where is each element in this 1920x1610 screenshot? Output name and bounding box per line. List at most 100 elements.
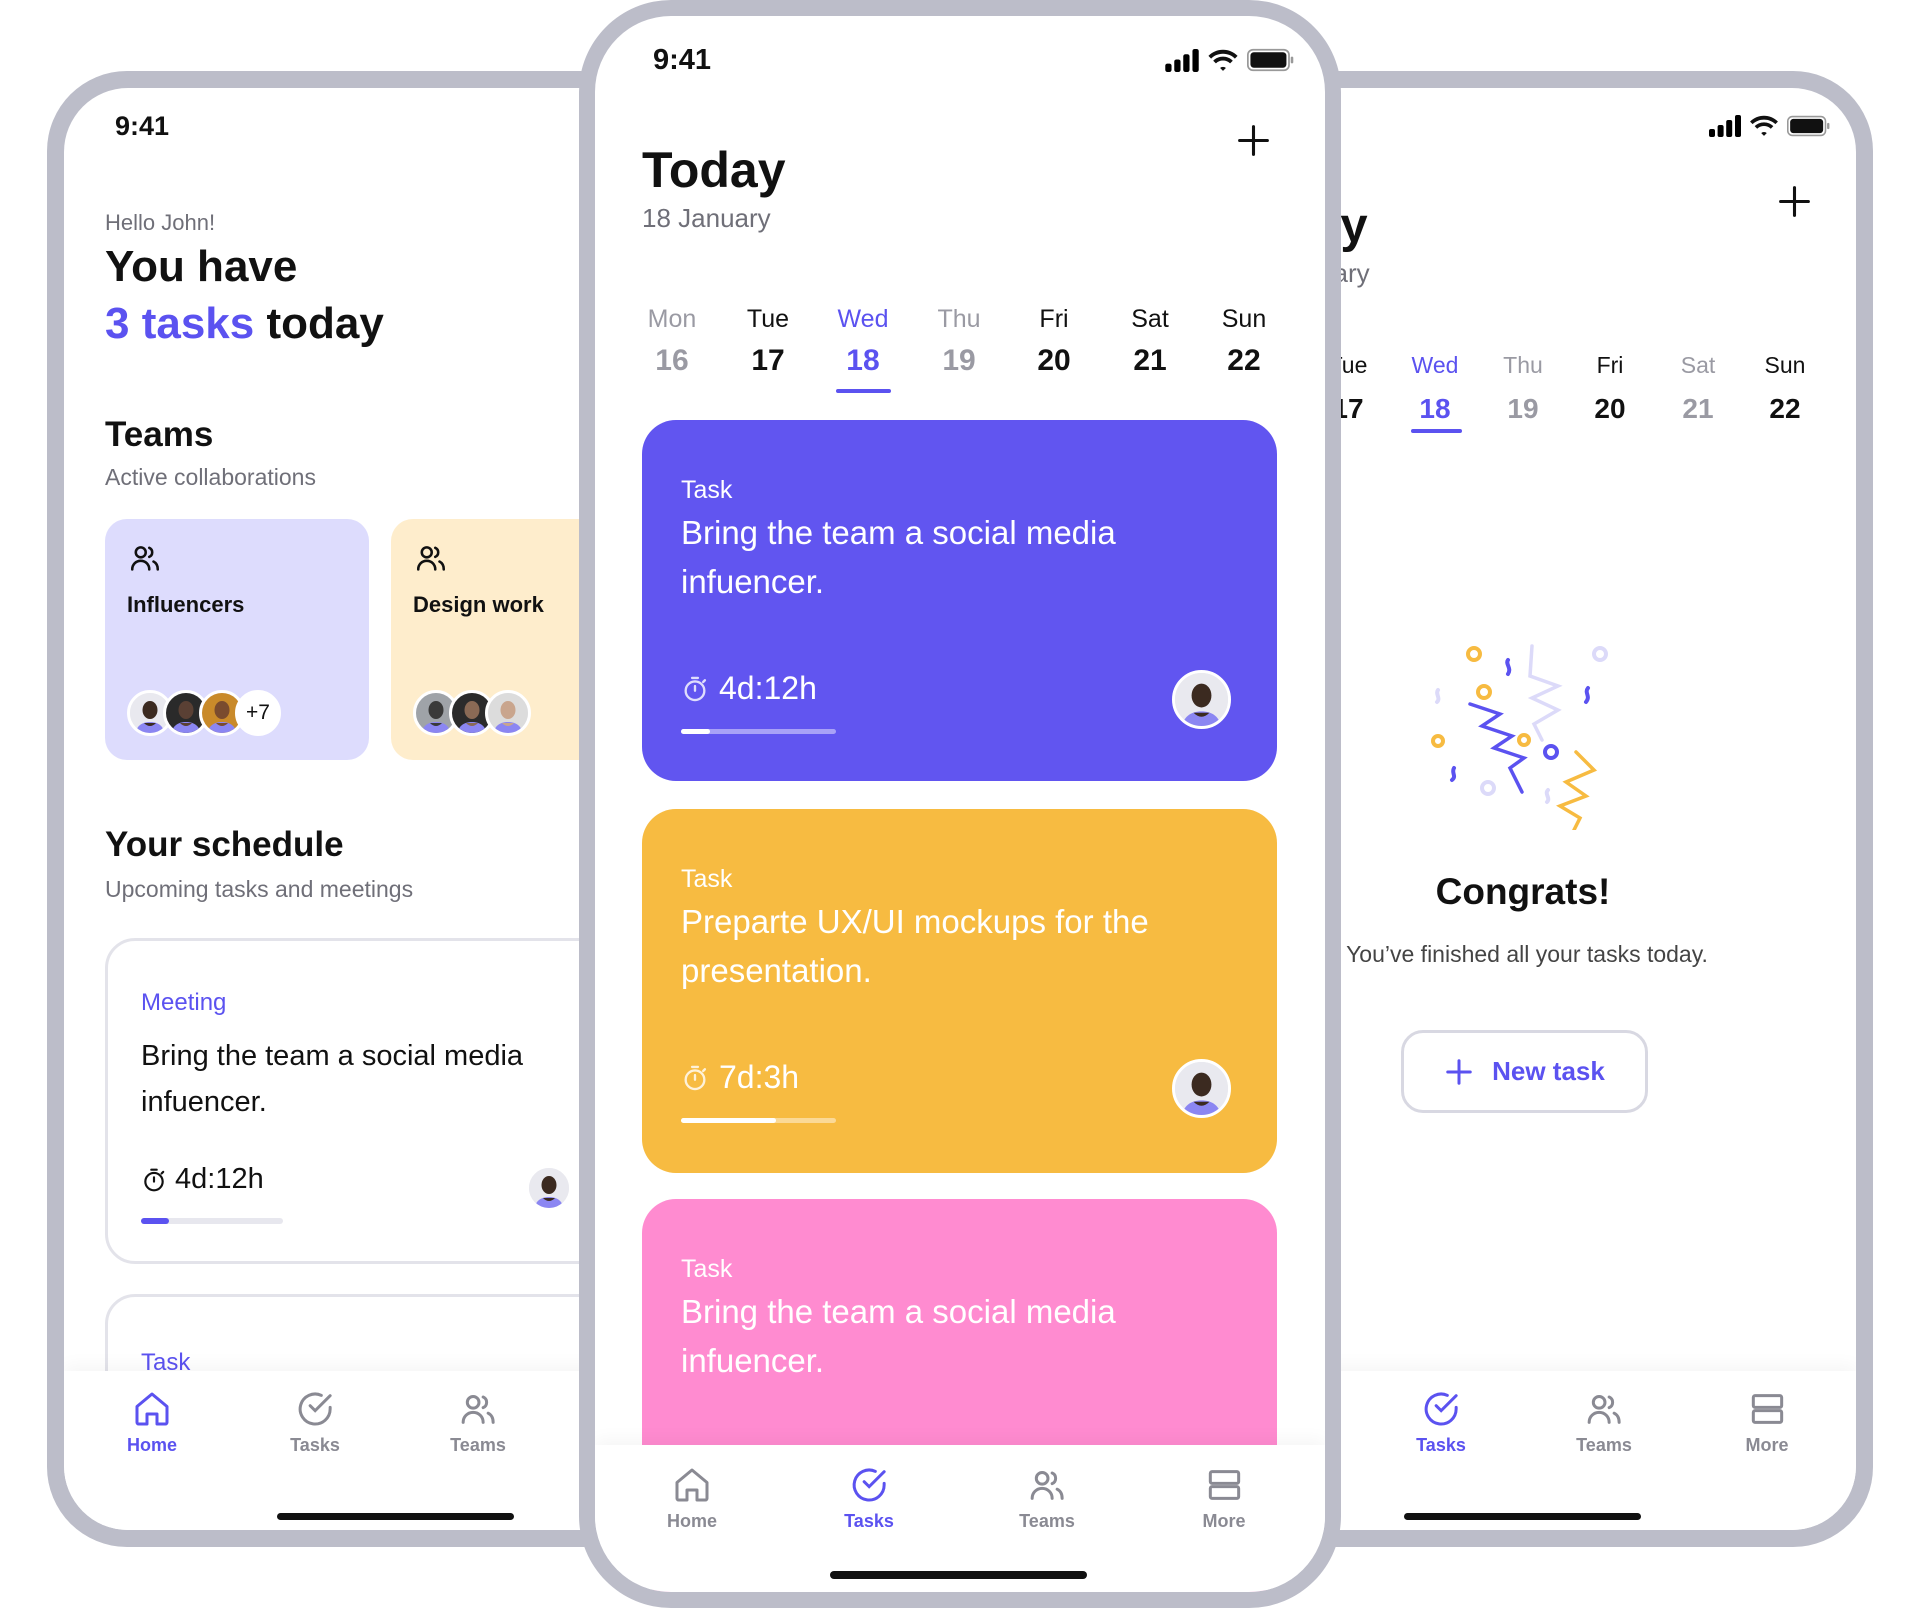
progress-fill: [141, 1218, 170, 1224]
headline-line1: You have: [105, 242, 298, 291]
day-name: Mon: [647, 305, 697, 333]
tab-label: Teams: [1576, 1435, 1632, 1455]
day-number: 22: [1227, 344, 1261, 377]
schedule-title-text: Bring the team a social media infuencer.: [141, 1040, 524, 1118]
timer: 4d:12h: [681, 670, 817, 707]
battery-icon: [1247, 48, 1294, 72]
day-sun[interactable]: Sun 22: [1222, 305, 1266, 378]
people-icon: [1030, 1471, 1064, 1500]
tab-more[interactable]: More: [1745, 1389, 1789, 1456]
home-icon: [135, 1392, 169, 1426]
day-number: 16: [655, 344, 689, 377]
day-number: 18: [1419, 393, 1451, 424]
check-circle-icon: [852, 1468, 886, 1502]
day-sat[interactable]: Sat 21: [1681, 352, 1716, 425]
day-wed-selected[interactable]: Wed 18: [838, 305, 889, 378]
add-task-button[interactable]: [1235, 122, 1272, 159]
tab-home[interactable]: Home: [127, 1389, 177, 1456]
day-name: Sat: [1131, 305, 1169, 333]
tab-tasks[interactable]: Tasks: [1416, 1389, 1466, 1456]
teams-title: Teams: [105, 415, 214, 454]
tab-bar: Home Tasks Teams More: [595, 1445, 1325, 1592]
day-fri[interactable]: Fri 20: [1594, 352, 1625, 425]
headline: You have 3 tasks today: [105, 238, 384, 352]
people-icon: [416, 546, 446, 571]
tab-home[interactable]: Home: [667, 1465, 717, 1532]
tab-tasks[interactable]: Tasks: [844, 1465, 894, 1532]
schedule-type: Meeting: [141, 989, 227, 1016]
team-card-influencers[interactable]: Influencers +7: [105, 519, 369, 760]
assignee-avatar: [526, 1165, 572, 1211]
tab-label: Tasks: [844, 1511, 894, 1531]
signal-icon: [1165, 48, 1199, 72]
member-avatars: [413, 690, 531, 736]
team-name: Influencers: [127, 592, 245, 617]
tab-label: More: [1745, 1435, 1789, 1455]
people-icon: [1587, 1395, 1621, 1424]
task-title: Bring the team a social media infuencer.: [681, 514, 1116, 600]
timer-icon: [144, 1168, 165, 1191]
new-task-label: New task: [1492, 1056, 1605, 1086]
day-number: 18: [846, 344, 880, 377]
status-time: 9:41: [653, 44, 712, 76]
more-members-badge: +7: [235, 690, 281, 736]
day-number: 20: [1037, 344, 1071, 377]
task-kind: Task: [681, 476, 733, 504]
day-name: Fri: [1596, 352, 1624, 378]
day-name: Thu: [1503, 352, 1543, 378]
day-name: Sun: [1764, 352, 1806, 378]
selected-day-underline: [1411, 429, 1462, 433]
progress-bar: [141, 1218, 283, 1224]
day-sun[interactable]: Sun 22: [1765, 352, 1806, 425]
home-indicator: [830, 1571, 1087, 1579]
more-icon: [1208, 1470, 1240, 1500]
add-task-button[interactable]: [1776, 183, 1813, 220]
tab-label: Tasks: [290, 1435, 340, 1455]
tab-label: Home: [126, 1435, 178, 1455]
center-phone-screen: 9:41 Today 18 January Mon 16 Tue 17 Wed 18 …: [595, 16, 1325, 1592]
status-icons: [1165, 48, 1295, 72]
day-fri[interactable]: Fri 20: [1037, 305, 1070, 378]
day-thu[interactable]: Thu 19: [1503, 352, 1543, 425]
day-number: 21: [1682, 393, 1714, 424]
check-circle-icon: [298, 1392, 332, 1426]
people-icon: [130, 546, 160, 571]
tab-teams[interactable]: Teams: [450, 1389, 506, 1456]
new-task-button[interactable]: New task: [1401, 1030, 1648, 1113]
tab-tasks[interactable]: Tasks: [290, 1389, 340, 1456]
task-kind: Task: [681, 1255, 733, 1283]
task-card[interactable]: Task Preparte UX/UI mockups for the pres…: [642, 809, 1277, 1173]
tab-teams[interactable]: Teams: [1576, 1389, 1632, 1456]
tab-teams[interactable]: Teams: [1019, 1465, 1075, 1532]
assignee-avatar: [1172, 670, 1231, 729]
more-icon: [1751, 1394, 1783, 1424]
progress-fill: [681, 1118, 776, 1123]
tab-more[interactable]: More: [1202, 1465, 1246, 1532]
day-number: 17: [751, 344, 785, 377]
plus-icon: [1446, 1058, 1472, 1085]
timer-icon: [684, 1065, 707, 1090]
timer-value: 4d:12h: [719, 670, 817, 706]
day-mon[interactable]: Mon 16: [648, 305, 697, 378]
headline-line2: 3 tasks today: [105, 295, 384, 352]
member-avatars: +7: [127, 690, 281, 736]
avatar: [485, 690, 531, 736]
home-indicator: [1404, 1513, 1641, 1520]
teams-subtitle: Active collaborations: [105, 464, 316, 490]
people-icon: [461, 1395, 495, 1424]
task-kind: Task: [681, 865, 733, 893]
page-date: 18 January: [642, 203, 771, 233]
tab-label: Tasks: [1416, 1435, 1466, 1455]
timer: 4d:12h: [141, 1163, 264, 1196]
day-name: Thu: [937, 305, 981, 333]
team-name: Design work: [413, 592, 544, 617]
day-tue[interactable]: Tue 17: [747, 305, 789, 378]
day-name: Wed: [1411, 352, 1459, 378]
check-circle-icon: [1424, 1392, 1458, 1426]
task-card[interactable]: Task Bring the team a social media infue…: [642, 420, 1277, 781]
day-wed-selected[interactable]: Wed 18: [1412, 352, 1459, 425]
day-number: 20: [1594, 393, 1626, 424]
day-thu[interactable]: Thu 19: [937, 305, 980, 378]
day-sat[interactable]: Sat 21: [1131, 305, 1169, 378]
progress-bar: [681, 729, 836, 734]
